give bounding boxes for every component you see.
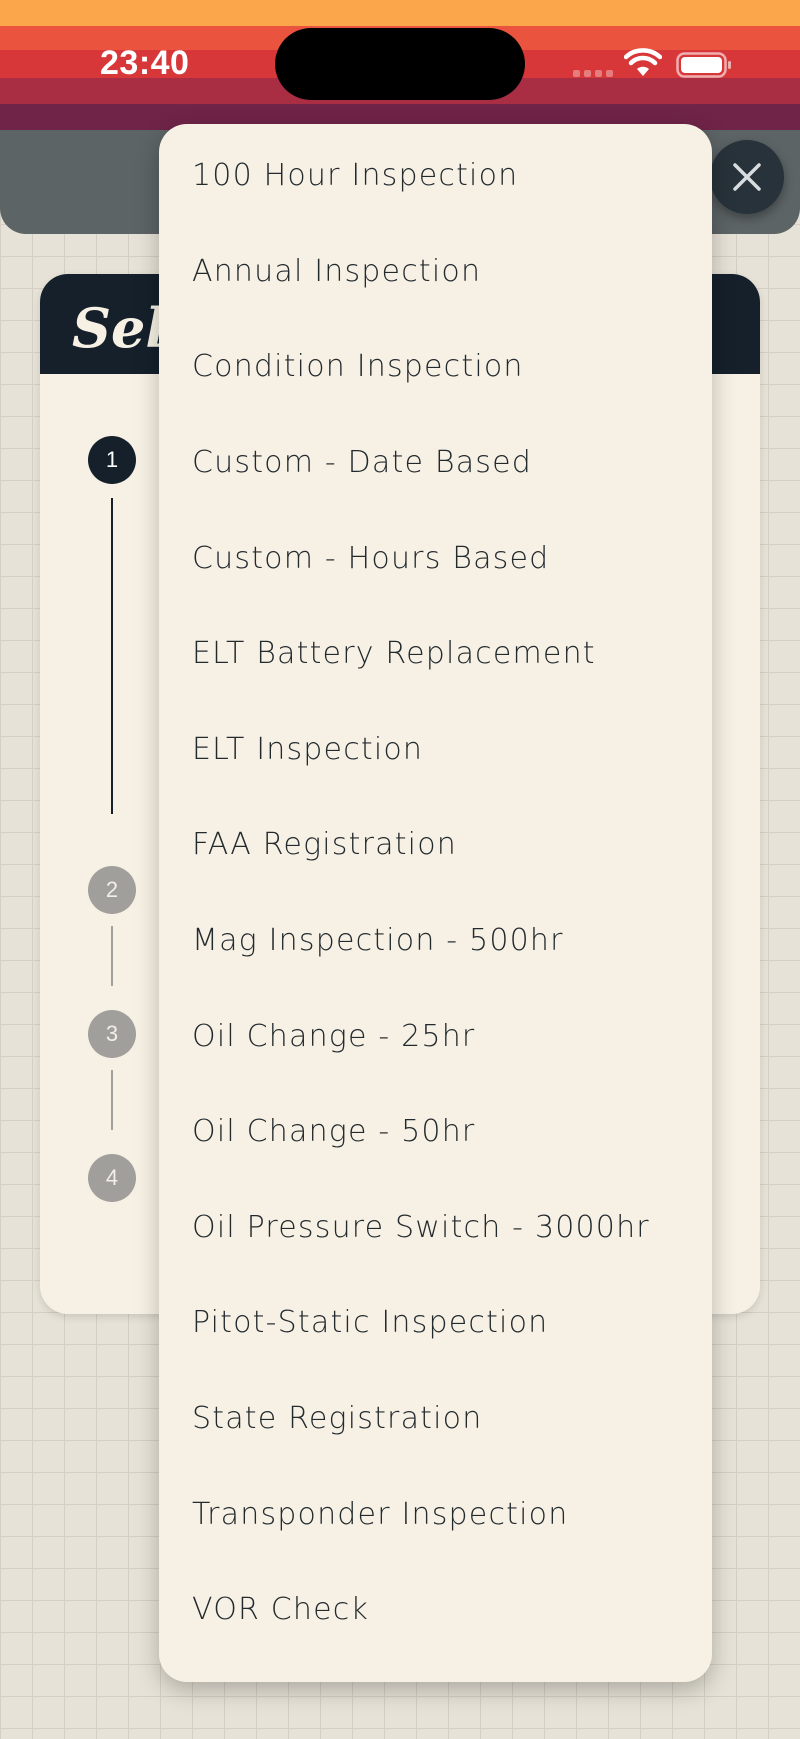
- step-1-indicator: 1: [88, 436, 136, 484]
- step-2-indicator: 2: [88, 866, 136, 914]
- inspection-type-dropdown[interactable]: 100 Hour Inspection Annual Inspection Co…: [159, 124, 712, 1682]
- step-3-indicator: 3: [88, 1010, 136, 1058]
- dropdown-option[interactable]: Condition Inspection: [159, 319, 712, 415]
- dropdown-option[interactable]: Oil Change - 50hr: [159, 1084, 712, 1180]
- cellular-signal-icon: [573, 70, 613, 77]
- dropdown-option[interactable]: ELT Battery Replacement: [159, 606, 712, 702]
- dropdown-option[interactable]: VOR Check: [159, 1562, 712, 1658]
- dropdown-option[interactable]: Transponder Inspection: [159, 1466, 712, 1562]
- step-connector: [111, 1070, 113, 1130]
- close-icon: [733, 163, 761, 191]
- card-title: Sel: [72, 296, 166, 360]
- dropdown-option[interactable]: Pitot-Static Inspection: [159, 1275, 712, 1371]
- dropdown-option[interactable]: ELT Inspection: [159, 702, 712, 798]
- dropdown-option[interactable]: State Registration: [159, 1371, 712, 1467]
- dropdown-options: 100 Hour Inspection Annual Inspection Co…: [159, 124, 712, 1658]
- status-time: 23:40: [100, 44, 190, 82]
- dropdown-option[interactable]: Oil Change - 25hr: [159, 988, 712, 1084]
- wifi-icon: [624, 48, 662, 76]
- dropdown-option[interactable]: 100 Hour Inspection: [159, 128, 712, 224]
- dropdown-option[interactable]: FAA Registration: [159, 797, 712, 893]
- battery-icon: [676, 52, 731, 78]
- step-connector: [111, 498, 113, 814]
- dropdown-option[interactable]: Mag Inspection - 500hr: [159, 893, 712, 989]
- step-connector: [111, 926, 113, 986]
- status-bar: 23:40: [0, 0, 800, 130]
- dropdown-option[interactable]: Custom - Hours Based: [159, 510, 712, 606]
- dropdown-option[interactable]: Annual Inspection: [159, 224, 712, 320]
- dropdown-option[interactable]: Oil Pressure Switch - 3000hr: [159, 1180, 712, 1276]
- step-4-indicator: 4: [88, 1154, 136, 1202]
- dynamic-island: [275, 28, 525, 100]
- dropdown-option[interactable]: Custom - Date Based: [159, 415, 712, 511]
- close-button[interactable]: [710, 140, 784, 214]
